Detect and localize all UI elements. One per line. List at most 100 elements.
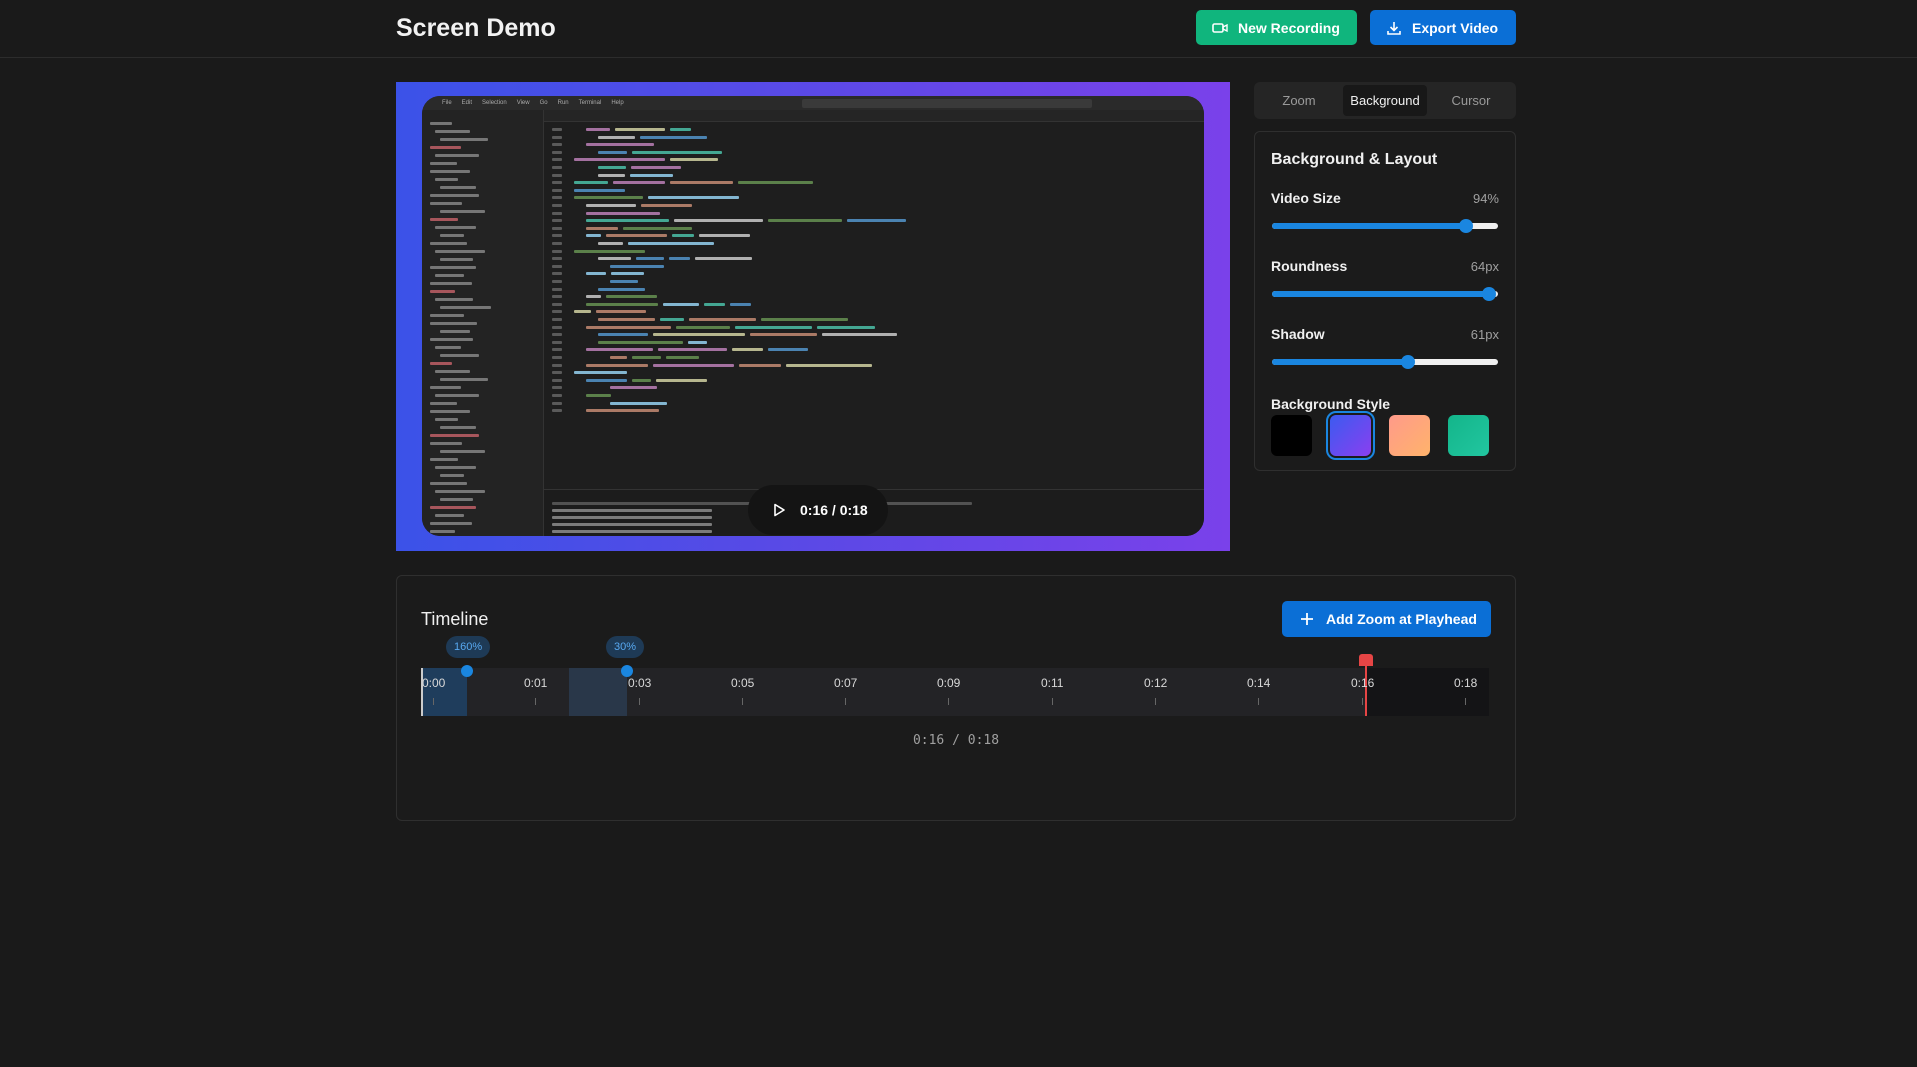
zoom-handle[interactable] <box>461 665 473 677</box>
file-tree-item <box>430 194 479 197</box>
code-token <box>586 128 610 131</box>
timeline-tick <box>639 698 640 705</box>
code-token <box>613 181 665 185</box>
code-line-number <box>552 226 562 230</box>
code-token <box>632 150 722 154</box>
code-token <box>669 257 690 261</box>
code-line-number <box>552 143 562 147</box>
playback-time: 0:16 / 0:18 <box>800 502 868 518</box>
code-line-number <box>552 295 562 299</box>
file-tree-item <box>430 322 477 325</box>
export-video-button[interactable]: Export Video <box>1370 10 1516 45</box>
timeline-tick <box>1258 698 1259 705</box>
editor-menu-item: Run <box>557 100 569 106</box>
code-token <box>574 196 643 200</box>
code-token <box>606 295 657 299</box>
code-line-number <box>552 340 562 344</box>
file-tree-item <box>430 434 479 437</box>
code-token <box>704 302 725 306</box>
file-tree-item <box>435 466 476 469</box>
code-token <box>653 333 745 337</box>
code-line-number <box>552 363 562 367</box>
add-zoom-button[interactable]: Add Zoom at Playhead <box>1282 601 1491 637</box>
code-line-number <box>552 135 562 139</box>
file-tree-item <box>440 186 476 189</box>
playback-control[interactable]: 0:16 / 0:18 <box>748 485 888 535</box>
file-tree-item <box>430 386 461 389</box>
code-token <box>761 318 848 321</box>
new-recording-button[interactable]: New Recording <box>1196 10 1357 45</box>
file-tree-item <box>435 178 458 181</box>
code-token <box>695 257 752 261</box>
code-line-number <box>552 204 562 207</box>
file-tree-item <box>430 290 455 293</box>
file-tree-item <box>440 378 488 381</box>
code-token <box>672 234 694 238</box>
zoom-level-badge[interactable]: 160% <box>446 636 491 658</box>
file-tree-item <box>430 218 458 221</box>
swatch-teal[interactable] <box>1448 415 1489 456</box>
video-preview[interactable]: File Edit Selection View Go Run Terminal… <box>396 82 1230 551</box>
code-line-number <box>552 242 562 245</box>
code-token <box>631 166 681 169</box>
video-size-slider[interactable] <box>1272 219 1498 233</box>
tab-background[interactable]: Background <box>1343 85 1427 116</box>
slider-handle[interactable] <box>1459 219 1474 233</box>
file-tree-item <box>440 234 464 237</box>
file-tree-item <box>440 138 488 141</box>
code-token <box>586 378 627 382</box>
code-token <box>598 135 635 139</box>
timeline-tick-label: 0:01 <box>524 676 548 690</box>
timeline-tick <box>535 698 536 705</box>
plus-icon <box>1301 613 1313 625</box>
file-tree-item <box>430 482 467 485</box>
code-line-number <box>552 173 562 177</box>
code-line-number <box>552 310 562 314</box>
swatch-black[interactable] <box>1271 415 1312 456</box>
play-icon[interactable] <box>772 503 786 517</box>
timeline-track[interactable]: 160% 30% 0:00 0:01 0:03 0:05 0:07 0:09 0:11 0:1… <box>421 636 1489 716</box>
code-token <box>623 226 692 230</box>
code-token <box>735 325 812 329</box>
roundness-label: Roundness <box>1271 258 1348 274</box>
code-token <box>574 249 645 253</box>
code-line-number <box>552 287 562 291</box>
timeline-tick-label: 0:03 <box>628 676 652 690</box>
code-token <box>699 234 750 238</box>
roundness-slider[interactable] <box>1272 287 1498 301</box>
app-header: Screen Demo New Recording Export Video <box>0 0 1917 58</box>
code-token <box>689 318 756 321</box>
export-video-label: Export Video <box>1412 19 1499 36</box>
zoom-segment[interactable] <box>569 668 627 716</box>
code-token <box>574 181 608 185</box>
code-token <box>688 340 707 344</box>
code-token <box>598 333 648 337</box>
zoom-level-badge[interactable]: 30% <box>606 636 645 658</box>
code-line-number <box>552 318 562 321</box>
code-line-number <box>552 264 562 268</box>
file-tree-item <box>430 162 457 165</box>
tab-zoom[interactable]: Zoom <box>1257 85 1341 116</box>
editor-tab-bar <box>544 110 1204 122</box>
file-tree-item <box>430 282 472 285</box>
shadow-slider[interactable] <box>1272 355 1498 369</box>
code-line-number <box>552 280 562 283</box>
background-style-label: Background Style <box>1271 396 1391 412</box>
editor-menu-item: Help <box>611 100 624 106</box>
editor-menu-item: View <box>516 100 530 106</box>
tab-cursor[interactable]: Cursor <box>1429 85 1513 116</box>
slider-handle[interactable] <box>1400 355 1415 369</box>
video-camera-icon <box>1212 22 1228 33</box>
file-tree-item <box>430 410 470 413</box>
playhead-handle[interactable] <box>1359 654 1373 666</box>
swatch-peach[interactable] <box>1389 415 1430 456</box>
file-tree-item <box>430 506 476 509</box>
code-line-number <box>552 325 562 329</box>
swatch-blue-purple[interactable] <box>1326 411 1375 460</box>
code-token <box>586 363 648 367</box>
slider-handle[interactable] <box>1481 287 1496 301</box>
video-size-value: 94% <box>1472 191 1499 206</box>
code-token <box>574 188 625 192</box>
timeline-tick-label: 0:07 <box>834 676 858 690</box>
code-token <box>663 302 699 306</box>
